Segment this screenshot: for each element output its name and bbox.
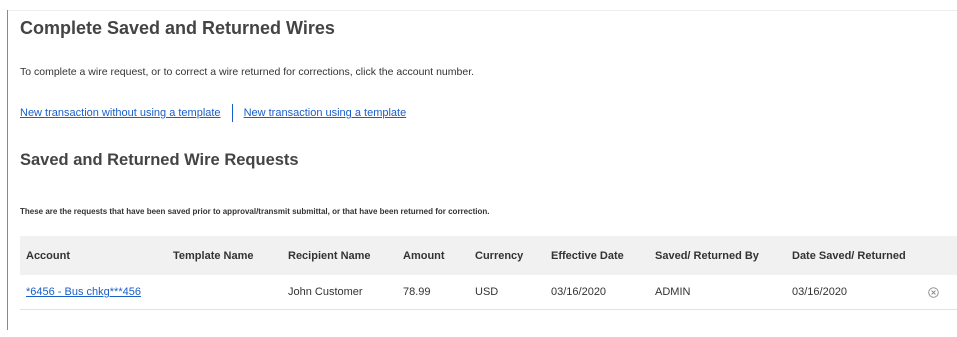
section-note: These are the requests that have been sa… bbox=[20, 207, 490, 216]
instructions-text: To complete a wire request, or to correc… bbox=[20, 66, 475, 78]
saved-returned-by-cell: ADMIN bbox=[655, 286, 691, 298]
row-action-cell bbox=[928, 275, 939, 309]
section-title: Saved and Returned Wire Requests bbox=[20, 151, 299, 169]
currency-cell: USD bbox=[475, 286, 499, 298]
page-title: Complete Saved and Returned Wires bbox=[20, 18, 335, 38]
column-header-date-saved-returned[interactable]: Date Saved/ Returned bbox=[792, 236, 906, 275]
column-header-effective-date[interactable]: Effective Date bbox=[551, 236, 624, 275]
effective-date-cell: 03/16/2020 bbox=[551, 286, 607, 298]
date-saved-returned-cell: 03/16/2020 bbox=[792, 286, 848, 298]
account-cell: *6456 - Bus chkg***456 bbox=[26, 275, 141, 309]
account-link[interactable]: *6456 - Bus chkg***456 bbox=[26, 286, 141, 298]
column-header-amount[interactable]: Amount bbox=[403, 236, 445, 275]
link-divider bbox=[231, 104, 233, 122]
table-header-row: Account Template Name Recipient Name Amo… bbox=[20, 236, 957, 275]
amount-cell: 78.99 bbox=[403, 286, 431, 298]
new-transaction-with-template-link[interactable]: New transaction using a template bbox=[244, 107, 407, 119]
table-row: *6456 - Bus chkg***456 John Customer 78.… bbox=[20, 275, 957, 310]
wire-requests-table: Account Template Name Recipient Name Amo… bbox=[20, 236, 957, 310]
column-header-saved-returned-by[interactable]: Saved/ Returned By bbox=[655, 236, 759, 275]
transaction-links: New transaction without using a template… bbox=[20, 104, 406, 122]
column-header-currency[interactable]: Currency bbox=[475, 236, 523, 275]
column-header-account[interactable]: Account bbox=[26, 236, 70, 275]
page: Complete Saved and Returned Wires To com… bbox=[0, 0, 957, 337]
recipient-name-cell: John Customer bbox=[288, 286, 363, 298]
top-divider bbox=[8, 10, 957, 11]
left-border bbox=[7, 10, 8, 330]
close-circle-icon[interactable] bbox=[928, 286, 939, 298]
new-transaction-without-template-link[interactable]: New transaction without using a template bbox=[20, 107, 221, 119]
column-header-template-name[interactable]: Template Name bbox=[173, 236, 254, 275]
column-header-recipient-name[interactable]: Recipient Name bbox=[288, 236, 371, 275]
